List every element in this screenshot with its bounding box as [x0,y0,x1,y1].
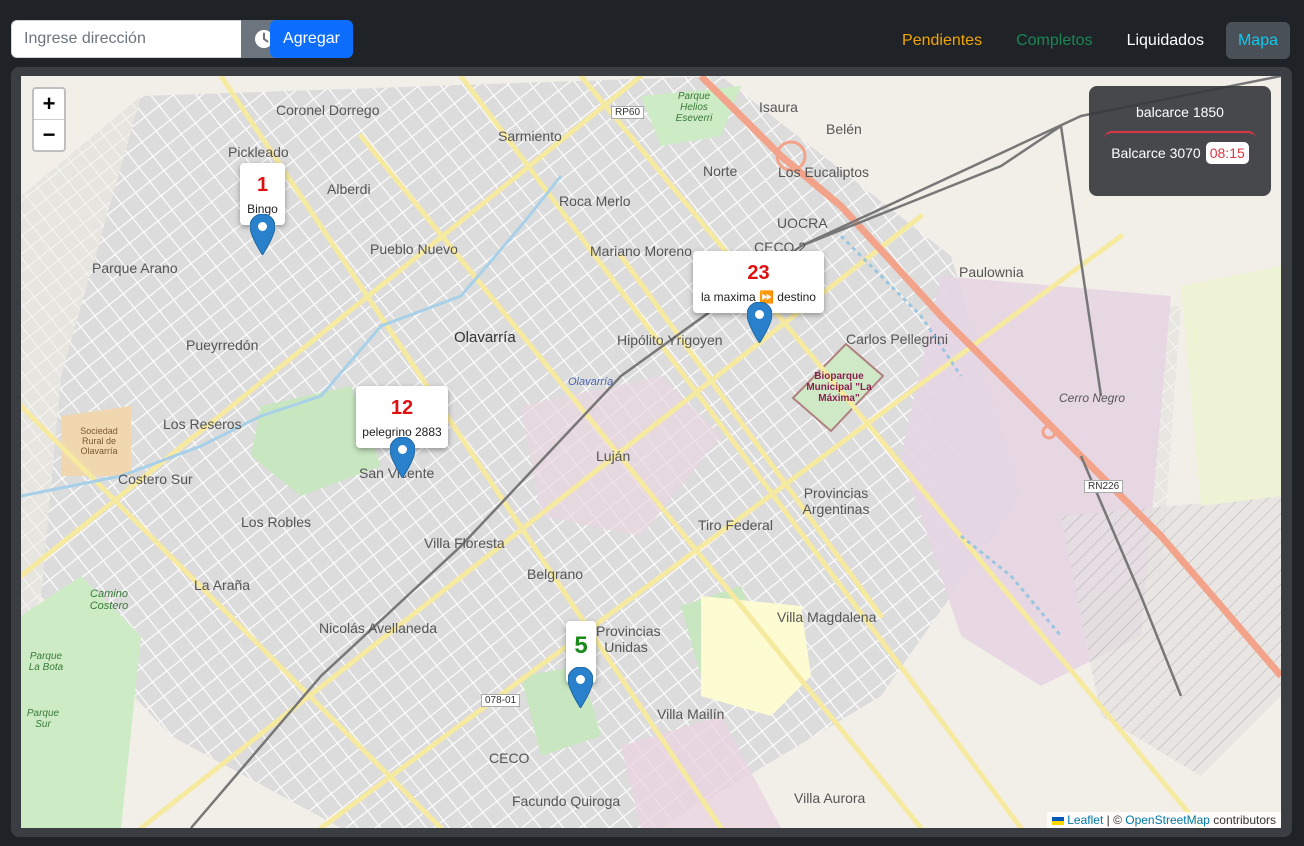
map-label: Norte [703,163,738,179]
map-label: Parque Helios Eseverri [675,91,713,124]
map-label: Hipólito Yrigoyen [617,332,723,348]
map-pin-icon[interactable] [747,302,772,343]
map-label: Alberdi [327,181,371,197]
nav-liquidados[interactable]: Liquidados [1115,22,1216,59]
map-label: Bioparque Municipal "La Máxima" [806,371,872,404]
address-input-group [11,20,287,58]
road-shield: 078-01 [481,694,521,707]
nav-mapa[interactable]: Mapa [1225,22,1290,59]
map-label: CECO [489,750,530,766]
map-pin-icon[interactable] [568,667,593,708]
map-label: La Araña [194,577,251,593]
map-label: Cerro Negro [1059,391,1126,405]
nav-pendientes[interactable]: Pendientes [890,22,994,59]
map-label: Mariano Moreno [590,243,692,259]
map-label: Roca Merlo [559,193,631,209]
map[interactable]: + − Coronel Dorrego Sarmiento Isaura Bel… [21,76,1281,828]
map-label: Villa Magdalena [777,609,877,625]
map-label: Nicolás Avellaneda [319,620,438,636]
map-label: Los Reseros [163,416,242,432]
map-label: Facundo Quiroga [512,793,621,809]
road-shield: RP60 [611,106,645,119]
nav-completos[interactable]: Completos [1004,22,1104,59]
map-label: Los Eucaliptos [778,164,870,180]
map-label: Pueblo Nuevo [370,241,458,257]
map-label: Luján [596,448,631,464]
map-label: Provincias Unidas [596,623,661,655]
map-attribution: Leaflet | © OpenStreetMap contributors [1046,812,1281,828]
route-origin: balcarce 1850 [1136,104,1224,120]
map-label: Belgrano [527,566,584,582]
map-label: Parque Sur [26,708,60,730]
map-label: Olavarría [568,376,614,388]
map-label: Los Robles [241,514,312,530]
map-label: Sarmiento [498,128,562,144]
route-time-badge: 08:15 [1205,142,1249,164]
osm-link[interactable]: OpenStreetMap [1125,813,1210,827]
address-input[interactable] [11,20,241,58]
zoom-control: + − [32,87,66,152]
popup-number: 12 [390,397,414,419]
map-label: Parque Arano [92,260,178,276]
map-label: Carlos Pellegrini [846,331,948,347]
map-label: Pueyrredón [186,337,259,353]
attribution-separator: | © [1103,813,1126,827]
map-label: Isaura [759,99,798,115]
map-pin-icon[interactable] [250,214,275,255]
map-label: Villa Mailín [657,706,725,722]
popup-number: 23 [747,262,770,284]
leaflet-link[interactable]: Leaflet [1067,813,1103,827]
map-label: Costero Sur [118,471,193,487]
popup-number: 1 [256,174,269,196]
popup-number: 5 [574,632,588,659]
map-label: Villa Aurora [794,790,866,806]
route-destination-label: Balcarce 3070 [1111,145,1201,161]
route-panel: balcarce 1850 Balcarce 3070 08:15 [1089,86,1271,196]
map-label: Belén [826,121,862,137]
attribution-contributors: contributors [1209,813,1276,827]
map-label: Provincias Argentinas [802,485,870,517]
road-shield: RN226 [1084,480,1124,493]
ukraine-flag-icon [1051,816,1064,825]
main-nav: Pendientes Completos Liquidados Mapa [880,22,1290,59]
map-label: Pickleado [228,144,289,160]
route-destination: Balcarce 3070 08:15 [1089,142,1271,164]
map-label: Coronel Dorrego [276,102,380,118]
zoom-in-button[interactable]: + [34,89,64,119]
map-label: Olavarría [454,329,516,346]
map-label: Camino Costero [89,588,129,612]
map-label: Tiro Federal [698,517,773,533]
map-label: Sociedad Rural de Olavarría [80,426,118,456]
map-label: Paulownia [959,264,1024,280]
map-pin-icon[interactable] [390,437,415,478]
zoom-out-button[interactable]: − [34,119,64,150]
map-label: UOCRA [777,215,828,231]
map-label: Villa Floresta [424,535,505,551]
route-divider [1104,131,1256,141]
add-button[interactable]: Agregar [270,20,353,58]
map-label: Parque La Bota [28,651,64,673]
